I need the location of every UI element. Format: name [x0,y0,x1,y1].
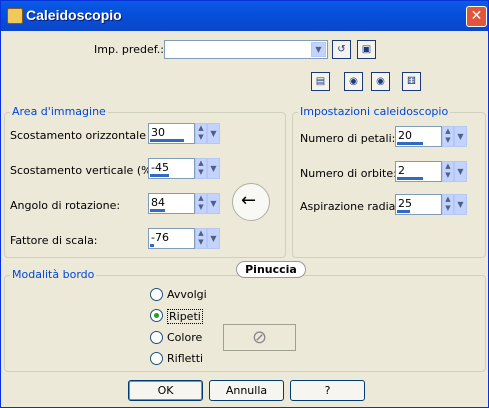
radio-ripeti[interactable] [150,309,163,322]
color-swatch[interactable]: ⊘ [223,324,296,351]
no-entry-icon: ⊘ [251,327,268,348]
h-offset-input[interactable]: 30 [148,123,195,144]
spin-updown-icon[interactable]: ▲ ▼ [442,126,454,147]
proof-icon-button[interactable]: ▤ [311,72,330,91]
radio-avvolgi[interactable] [150,288,163,301]
radio-avvolgi-label[interactable]: Avvolgi [167,288,207,301]
area-immagine-legend: Area d'immagine [10,105,108,118]
chevron-down-icon[interactable]: ▼ [207,123,220,144]
preset-label: Imp. predef.: [94,43,164,56]
impostazioni-legend: Impostazioni caleidoscopio [298,105,451,118]
rotation-spinner[interactable]: 84 ▲ ▼ ▼ [148,193,220,214]
rotation-label: Angolo di rotazione: [10,199,121,212]
help-button[interactable]: ? [290,380,365,401]
eye-icon-button[interactable]: ◉ [371,72,390,91]
watermark-badge: Pinuccia [236,261,306,278]
preset-combo[interactable]: ▼ [164,40,328,59]
spin-updown-icon[interactable]: ▲ ▼ [195,158,207,179]
radial-suction-label: Aspirazione radiale: [300,200,409,213]
orbits-label: Numero di orbite: [300,167,397,180]
chevron-down-icon[interactable]: ▼ [454,194,467,215]
scale-spinner[interactable]: -76 ▲ ▼ ▼ [148,228,220,249]
chevron-down-icon[interactable]: ▼ [311,42,326,57]
radial-suction-spinner[interactable]: 25 ▲ ▼ ▼ [395,194,467,215]
save-preset-button[interactable]: ▣ [357,40,376,59]
spin-updown-icon[interactable]: ▲ ▼ [195,123,207,144]
radio-rifletti-label[interactable]: Rifletti [167,352,203,365]
window-title: Caleidoscopio [26,7,122,23]
chevron-down-icon[interactable]: ▼ [207,193,220,214]
chevron-down-icon[interactable]: ▼ [454,161,467,182]
spin-updown-icon[interactable]: ▲ ▼ [195,228,207,249]
rotation-dial[interactable]: ← [232,183,270,221]
app-icon [7,8,23,24]
scale-label: Fattore di scala: [10,234,98,247]
scale-input[interactable]: -76 [148,228,195,249]
close-button[interactable]: ✕ [466,6,487,27]
eye-lock-icon-button[interactable]: ◉ [344,72,363,91]
chevron-down-icon[interactable]: ▼ [207,228,220,249]
cancel-button[interactable]: Annulla [209,380,284,401]
petals-label: Numero di petali: [300,132,396,145]
v-offset-label: Scostamento verticale (%): [10,164,160,177]
v-offset-input[interactable]: -45 [148,158,195,179]
radio-colore-label[interactable]: Colore [167,331,202,344]
rotation-input[interactable]: 84 [148,193,195,214]
dialog-window: Caleidoscopio ✕ Imp. predef.: ▼ ↺ ▣ ▤ ◉ … [0,0,489,408]
spin-updown-icon[interactable]: ▲ ▼ [442,161,454,182]
reset-preset-button[interactable]: ↺ [332,40,351,59]
random-dice-icon-button[interactable]: ⚅ [402,72,421,91]
radio-colore[interactable] [150,331,163,344]
spin-updown-icon[interactable]: ▲ ▼ [195,193,207,214]
petals-spinner[interactable]: 20 ▲ ▼ ▼ [395,126,467,147]
arrow-left-icon: ← [241,190,257,211]
orbits-input[interactable]: 2 [395,161,442,182]
v-offset-spinner[interactable]: -45 ▲ ▼ ▼ [148,158,220,179]
title-bar[interactable]: Caleidoscopio ✕ [1,1,488,31]
petals-input[interactable]: 20 [395,126,442,147]
ok-button[interactable]: OK [128,380,203,401]
radial-suction-input[interactable]: 25 [395,194,442,215]
orbits-spinner[interactable]: 2 ▲ ▼ ▼ [395,161,467,182]
spin-updown-icon[interactable]: ▲ ▼ [442,194,454,215]
h-offset-spinner[interactable]: 30 ▲ ▼ ▼ [148,123,220,144]
modalita-bordo-legend: Modalità bordo [10,268,97,281]
chevron-down-icon[interactable]: ▼ [454,126,467,147]
chevron-down-icon[interactable]: ▼ [207,158,220,179]
radio-ripeti-label[interactable]: Ripeti [167,309,203,324]
radio-rifletti[interactable] [150,352,163,365]
